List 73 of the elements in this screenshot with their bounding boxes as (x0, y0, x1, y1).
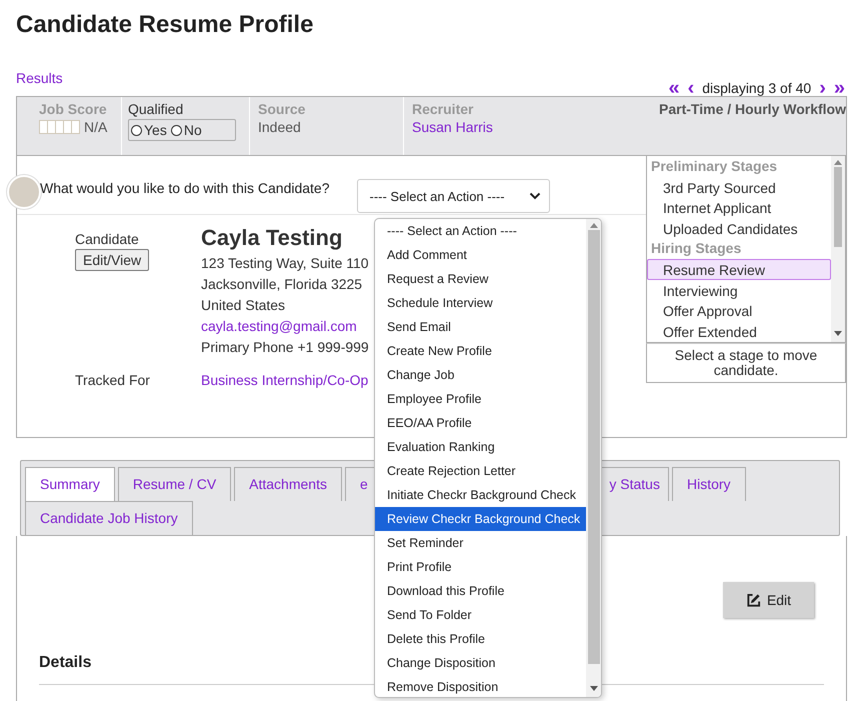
job-score-value: N/A (84, 119, 108, 135)
menu-option[interactable]: Add Comment (375, 243, 586, 267)
menu-option[interactable]: Send Email (375, 315, 586, 339)
empty-boxes-icon (39, 120, 80, 134)
menu-option[interactable]: Set Reminder (375, 531, 586, 555)
menu-option[interactable]: Print Profile (375, 555, 586, 579)
scrollbar[interactable] (831, 156, 845, 342)
address-line: United States (201, 296, 286, 315)
candidate-name: Cayla Testing (201, 224, 344, 252)
job-link[interactable]: Business Internship/Co-Op (201, 372, 368, 388)
source-value: Indeed (258, 119, 302, 135)
scrollbar[interactable] (586, 219, 601, 697)
details-heading: Details (39, 654, 92, 672)
edit-button[interactable]: Edit (723, 582, 814, 618)
stage-listbox[interactable]: Preliminary Stages 3rd Party Sourced Internet Applicant Uploaded Candidates Hiring Stages Resume Review Interviewing Offer Approval Offer Extended (646, 156, 846, 343)
chevron-down-icon (528, 192, 540, 200)
stage-option[interactable]: 3rd Party Sourced (647, 176, 831, 198)
stage-group-label: Hiring Stages (650, 239, 742, 258)
email-link[interactable]: cayla.testing@gmail.com (201, 316, 369, 337)
menu-option[interactable]: Change Disposition (375, 651, 586, 675)
last-page-link[interactable]: » (834, 80, 845, 96)
candidate-label: Candidate (75, 231, 139, 247)
tab[interactable]: Summary (25, 467, 115, 501)
stage-option[interactable]: Offer Approval (647, 300, 831, 321)
workflow-title: Part-Time / Hourly Workflow (659, 101, 846, 119)
menu-option[interactable]: Review Checkr Background Check (375, 507, 586, 531)
results-link[interactable]: Results (16, 70, 63, 86)
menu-option[interactable]: Remove Disposition (375, 675, 586, 697)
tab[interactable]: Attachments (234, 467, 342, 501)
menu-option[interactable]: EEO/AA Profile (375, 411, 586, 435)
radio-option[interactable]: Yes (131, 122, 167, 138)
stage-option[interactable]: Interviewing (647, 280, 831, 300)
previous-page-link[interactable]: ‹ (688, 80, 694, 96)
menu-option[interactable]: Schedule Interview (375, 291, 586, 315)
action-question: What would you like to do with this Candidate? (40, 180, 330, 196)
menu-option[interactable]: Create Rejection Letter (375, 459, 586, 483)
stage-option[interactable]: Resume Review (647, 258, 831, 280)
radio-option[interactable]: No (170, 122, 202, 138)
menu-option[interactable]: Create New Profile (375, 339, 586, 363)
menu-option[interactable]: ---- Select an Action ---- (375, 219, 586, 243)
action-select[interactable]: ---- Select an Action ---- (356, 179, 550, 213)
tab[interactable]: Resume / CV (118, 467, 232, 501)
address-line: 123 Testing Way, Suite 110 (201, 254, 369, 273)
menu-option[interactable]: Initiate Checkr Background Check (375, 483, 586, 507)
menu-option[interactable]: Employee Profile (375, 387, 586, 411)
stage-group-label: Preliminary Stages (650, 157, 778, 176)
edit-icon (746, 592, 761, 608)
recruiter-label: Recruiter (412, 101, 474, 117)
pager-text: displaying 3 of 40 (702, 80, 812, 96)
avatar-circle (7, 175, 41, 209)
stage-hint: Select a stage to move candidate. (646, 343, 846, 383)
tab[interactable]: History (672, 467, 746, 501)
job-score-label: Job Score (39, 101, 107, 117)
stage-option[interactable]: Offer Extended (647, 320, 831, 342)
qualified-label: Qualified (128, 101, 184, 117)
menu-option[interactable]: Request a Review (375, 267, 586, 291)
menu-option[interactable]: Download this Profile (375, 579, 586, 603)
menu-option[interactable]: Evaluation Ranking (375, 435, 586, 459)
phone-text: Primary Phone +1 999-999 (201, 338, 369, 357)
recruiter-link[interactable]: Susan Harris (412, 119, 556, 135)
next-page-link[interactable]: › (819, 80, 826, 96)
edit-view-button[interactable]: Edit/View (75, 249, 150, 271)
source-label: Source (258, 101, 306, 117)
menu-option[interactable]: Change Job (375, 363, 586, 387)
tracked-for-label: Tracked For (75, 372, 151, 388)
stage-option[interactable]: Internet Applicant (647, 197, 831, 218)
first-page-link[interactable]: « (668, 80, 680, 96)
menu-option[interactable]: Send To Folder (375, 603, 586, 627)
address-line: Jacksonville, Florida 3225 (201, 275, 364, 294)
stage-option[interactable]: Uploaded Candidates (647, 218, 831, 238)
tab[interactable]: Candidate Job History (25, 501, 193, 535)
menu-option[interactable]: Delete this Profile (375, 627, 586, 651)
page-title: Candidate Resume Profile (16, 10, 314, 40)
